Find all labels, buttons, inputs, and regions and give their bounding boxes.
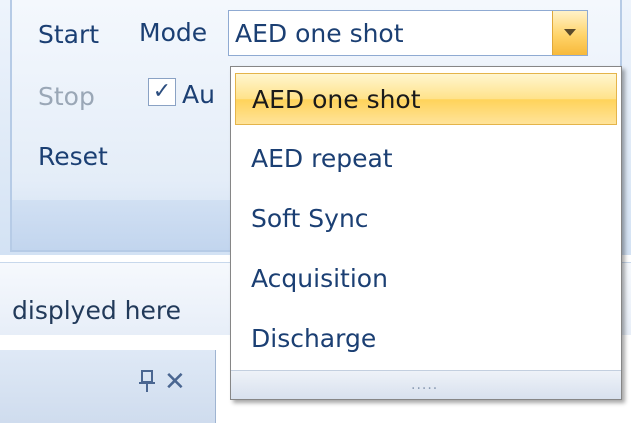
dropdown-option[interactable]: AED repeat [235,133,617,185]
grip-dots-icon: ..... [411,377,439,393]
pin-icon[interactable] [138,369,156,393]
mode-combobox[interactable]: AED one shot [228,10,588,56]
resize-grip[interactable]: ..... [231,370,621,399]
close-icon[interactable]: ✕ [164,367,186,397]
status-text: displyed here [12,296,181,325]
mode-label: Mode [139,18,208,47]
dropdown-option[interactable]: Discharge [235,313,617,365]
chevron-down-icon [564,29,576,36]
reset-button[interactable]: Reset [38,142,108,171]
start-button[interactable]: Start [38,20,99,49]
dropdown-option[interactable]: AED one shot [235,73,617,125]
dropdown-option[interactable]: Soft Sync [235,193,617,245]
mode-dropdown-list: AED one shot AED repeat Soft Sync Acquis… [230,66,622,400]
dropdown-option[interactable]: Acquisition [235,253,617,305]
auto-checkbox[interactable]: ✓ [148,78,176,106]
auto-checkbox-label: Au [182,80,215,109]
stop-button[interactable]: Stop [38,82,95,111]
dropdown-arrow-button[interactable] [552,11,587,55]
mode-selected-value: AED one shot [235,19,404,48]
